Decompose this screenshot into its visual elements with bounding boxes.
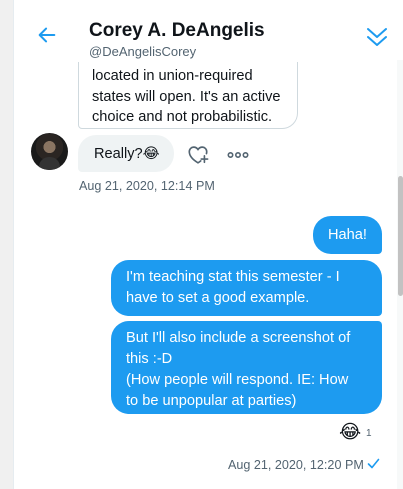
contact-handle[interactable]: @DeAngelisCorey [89,44,196,59]
message-line: (How people will respond. IE: How [126,372,349,388]
message-line: Haha! [328,227,367,243]
message-line: to be unpopular at parties) [126,393,297,409]
message-line: states will open. It's an active [92,88,281,105]
reaction-emoji: 😂 [339,422,362,443]
message-line: located in union-required [92,68,253,84]
outgoing-message-bubble: I'm teaching stat this semester - I have… [111,260,382,316]
double-chevron-down-icon[interactable] [365,26,389,48]
message-text: Really?😂 [94,146,160,162]
checkmark-icon [367,458,380,469]
pane-divider [13,0,14,489]
conversation-header: Corey A. DeAngelis @DeAngelisCorey [14,0,397,62]
heart-plus-icon[interactable] [187,143,209,165]
message-line: this :-D [126,351,173,367]
window-frame-left [0,0,13,489]
outgoing-message-bubble: Haha! [313,216,382,254]
message-line: have to set a good example. [126,290,310,306]
message-timestamp: Aug 21, 2020, 12:20 PM [228,458,364,472]
message-line: choice and not probabilistic. [92,109,273,125]
contact-name[interactable]: Corey A. DeAngelis [89,20,265,42]
outgoing-message-bubble: But I'll also include a screenshot of th… [111,321,382,414]
incoming-message-bubble: Really?😂 [78,135,174,172]
message-timestamp: Aug 21, 2020, 12:14 PM [79,179,215,193]
reaction-count: 1 [366,428,372,439]
more-horizontal-icon[interactable] [227,150,249,160]
message-line: But I'll also include a screenshot of [126,330,351,346]
avatar[interactable] [31,133,68,170]
message-line: I'm teaching stat this semester - I [126,269,340,285]
arrow-left-icon[interactable] [36,24,58,46]
scrollbar-thumb[interactable] [398,176,403,296]
